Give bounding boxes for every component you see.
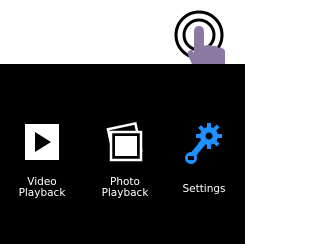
menu-item-label: Photo Playback bbox=[101, 176, 149, 199]
menu-item-label: Video Playback bbox=[18, 176, 66, 199]
settings-wrench-gear-icon bbox=[164, 122, 244, 164]
menu-item-photo-playback[interactable]: Photo Playback bbox=[85, 122, 165, 202]
menu-item-label: Settings bbox=[182, 183, 226, 195]
play-icon bbox=[2, 122, 82, 164]
menu-item-video-playback[interactable]: Video Playback bbox=[2, 122, 82, 202]
menu-item-settings[interactable]: Settings bbox=[164, 122, 244, 202]
device-screen: Video Playback Photo Playback Settings bbox=[0, 64, 245, 244]
photos-icon bbox=[85, 122, 165, 164]
